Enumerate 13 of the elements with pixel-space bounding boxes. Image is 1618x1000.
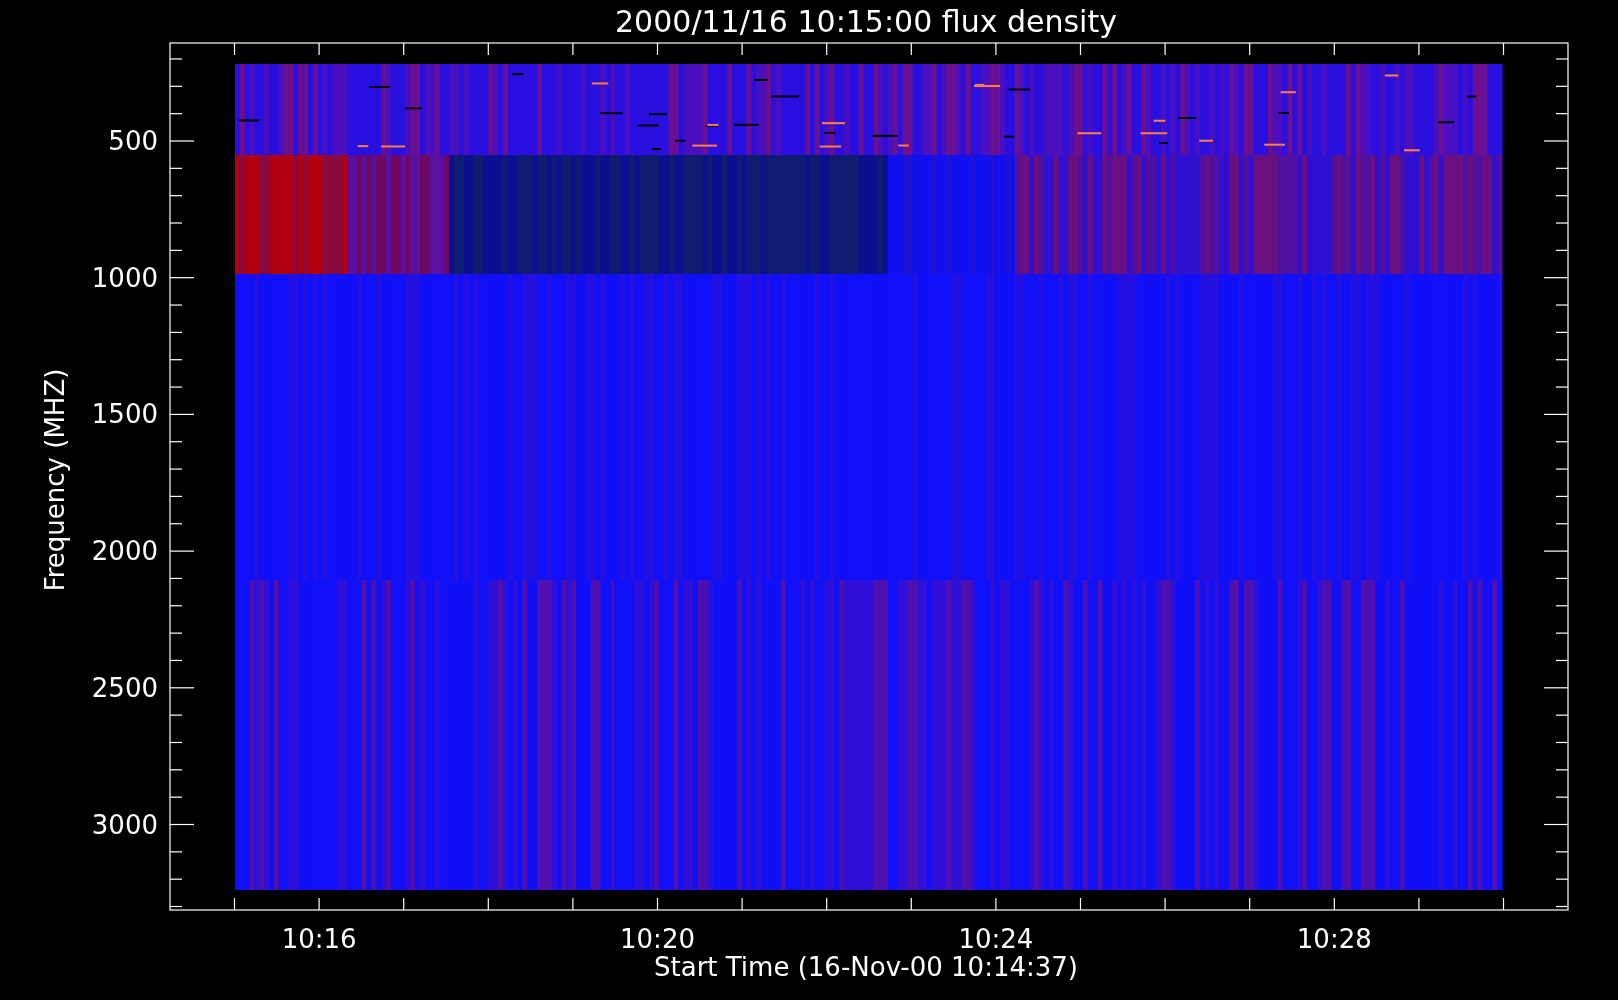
x-tick-label: 10:16 [281,924,357,954]
x-tick-label: 10:24 [958,924,1034,954]
y-tick-label: 2000 [91,536,158,567]
y-tick-label: 1500 [91,399,158,430]
y-tick-label: 2500 [91,672,158,703]
x-tick-label: 10:28 [1296,924,1372,954]
x-tick-label: 10:20 [620,924,695,954]
y-tick-label: 1000 [91,262,158,293]
plot-title: 2000/11/16 10:15:00 flux density [615,4,1117,39]
y-axis-title: Frequency (MHZ) [40,368,70,592]
y-tick-label: 3000 [91,809,158,840]
y-tick-label: 500 [108,126,158,156]
x-axis-title: Start Time (16-Nov-00 10:14:37) [654,952,1078,982]
